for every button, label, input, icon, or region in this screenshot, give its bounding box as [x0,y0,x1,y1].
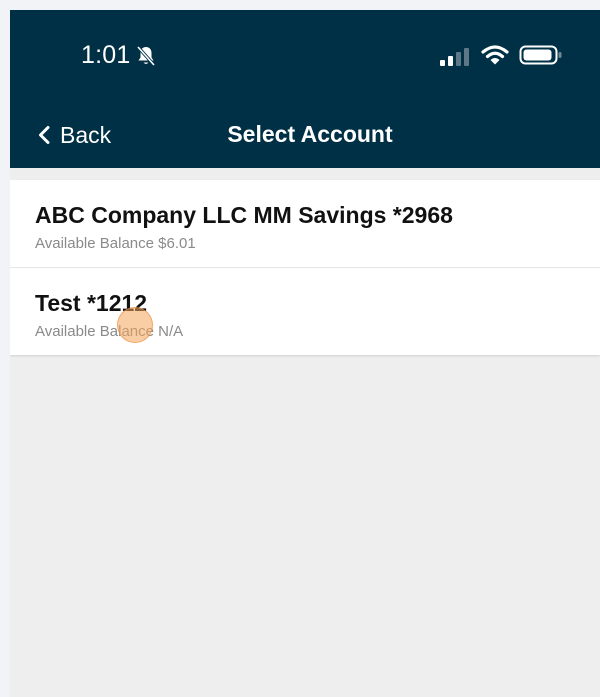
app-header: 1:01 Back Select Account [10,10,600,168]
account-balance: Available Balance N/A [35,323,184,340]
cellular-signal-icon [440,48,469,66]
page-title: Select Account [227,121,393,147]
back-button[interactable]: Back [36,118,111,152]
touch-indicator [117,307,153,343]
account-item[interactable]: ABC Company LLC MM Savings *2968 Availab… [10,180,600,268]
account-item[interactable]: Test *1212 Available Balance N/A [10,268,600,355]
chevron-left-icon [39,126,50,144]
bell-slash-icon [136,45,156,67]
wifi-icon [481,45,509,65]
back-label: Back [60,121,112,148]
account-balance: Available Balance $6.01 [35,235,196,252]
account-name: ABC Company LLC MM Savings *2968 [35,202,453,228]
battery-icon [519,45,562,65]
app-screen: 1:01 Back Select Account ABC Company LLC… [10,10,600,697]
account-list: ABC Company LLC MM Savings *2968 Availab… [10,180,600,355]
status-time: 1:01 [81,41,131,69]
